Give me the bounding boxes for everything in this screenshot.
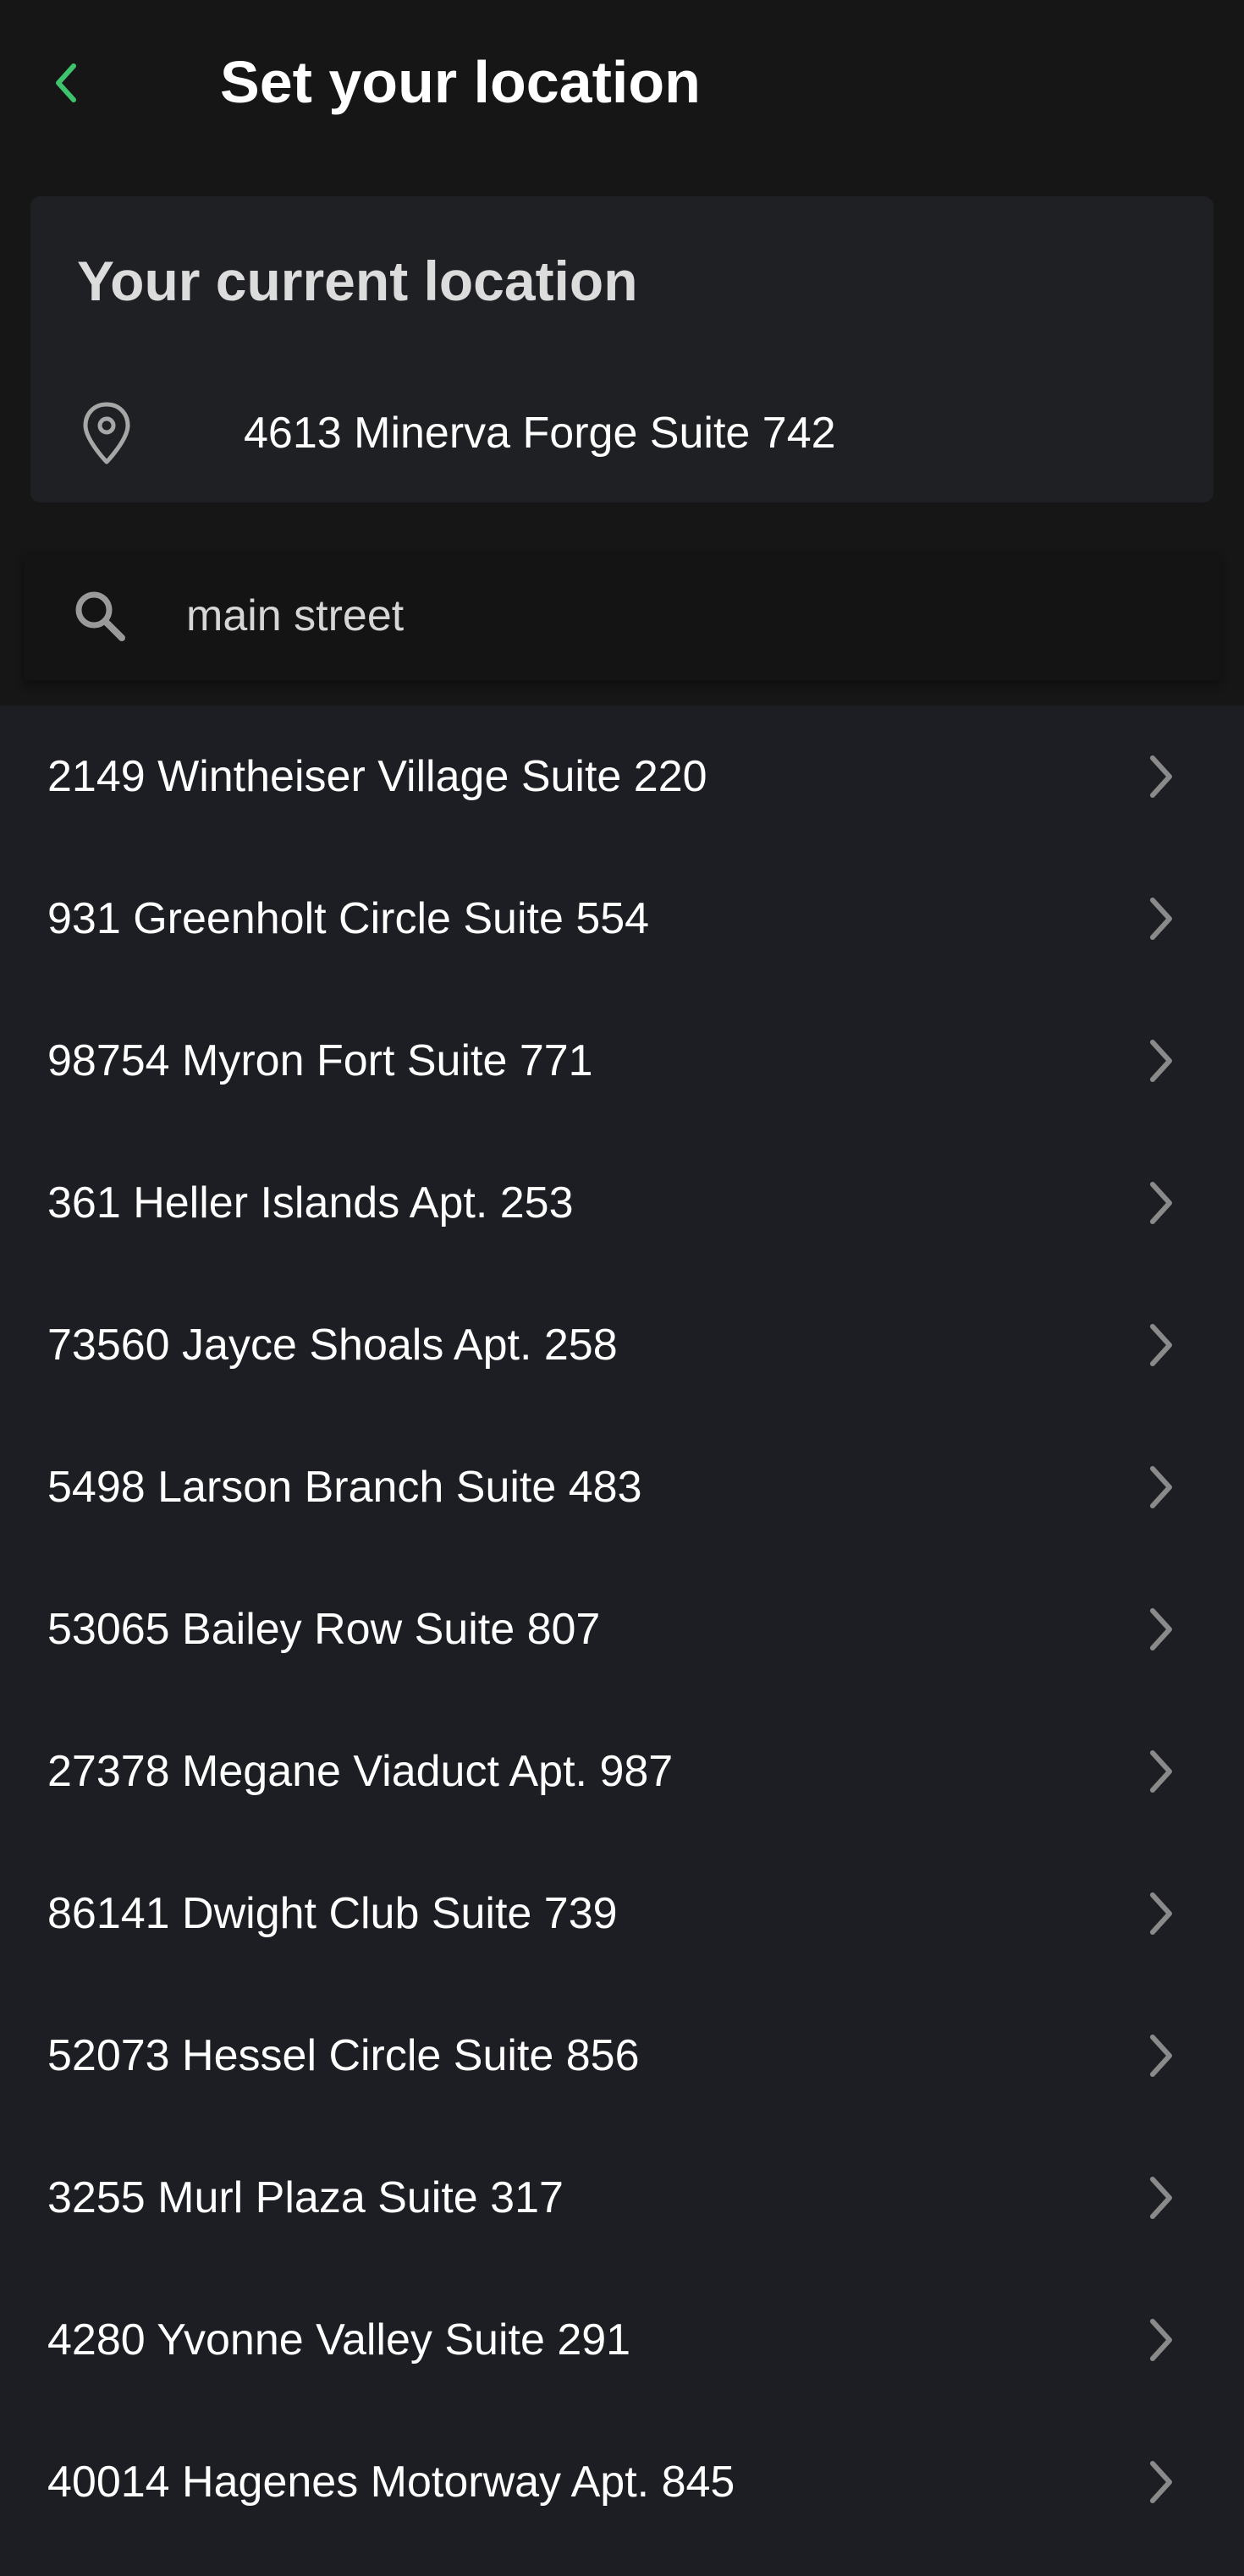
list-item[interactable]: 2149 Wintheiser Village Suite 220 — [0, 706, 1244, 848]
list-item[interactable]: 3255 Murl Plaza Suite 317 — [0, 2127, 1244, 2269]
result-address: 2149 Wintheiser Village Suite 220 — [47, 752, 707, 801]
chevron-right-icon — [1150, 1892, 1172, 1935]
chevron-right-icon — [1150, 1750, 1172, 1793]
list-item[interactable]: 86141 Dwight Club Suite 739 — [0, 1843, 1244, 1985]
header: Set your location Your current location … — [0, 0, 1244, 706]
result-address: 27378 Megane Viaduct Apt. 987 — [47, 1747, 674, 1796]
chevron-right-icon — [1150, 1466, 1172, 1508]
current-location-heading: Your current location — [77, 250, 638, 312]
chevron-right-icon — [1150, 2035, 1172, 2077]
search-bar[interactable] — [24, 552, 1220, 680]
result-address: 52073 Hessel Circle Suite 856 — [47, 2031, 640, 2080]
result-address: 931 Greenholt Circle Suite 554 — [47, 894, 650, 943]
list-item[interactable]: 53065 Bailey Row Suite 807 — [0, 1558, 1244, 1700]
chevron-right-icon — [1150, 2461, 1172, 2503]
chevron-right-icon — [1150, 898, 1172, 940]
chevron-left-icon — [56, 63, 76, 102]
search-input[interactable] — [186, 582, 1159, 650]
list-item[interactable]: 98754 Myron Fort Suite 771 — [0, 990, 1244, 1132]
list-item[interactable]: 27378 Megane Viaduct Apt. 987 — [0, 1700, 1244, 1843]
chevron-right-icon — [1150, 1182, 1172, 1224]
result-address: 4280 Yvonne Valley Suite 291 — [47, 2315, 631, 2365]
chevron-right-icon — [1150, 1608, 1172, 1651]
result-address: 361 Heller Islands Apt. 253 — [47, 1178, 574, 1228]
chevron-right-icon — [1150, 2177, 1172, 2219]
list-item[interactable]: 931 Greenholt Circle Suite 554 — [0, 848, 1244, 990]
page-title: Set your location — [220, 49, 701, 115]
list-item[interactable]: 73560 Jayce Shoals Apt. 258 — [0, 1274, 1244, 1416]
current-location-address[interactable]: 4613 Minerva Forge Suite 742 — [244, 401, 836, 465]
results-list: 2149 Wintheiser Village Suite 220 931 Gre… — [0, 706, 1244, 2576]
result-address: 53065 Bailey Row Suite 807 — [47, 1605, 601, 1654]
result-address: 98754 Myron Fort Suite 771 — [47, 1036, 593, 1085]
list-item[interactable]: 5498 Larson Branch Suite 483 — [0, 1416, 1244, 1558]
list-item[interactable]: 52073 Hessel Circle Suite 856 — [0, 1985, 1244, 2127]
list-item[interactable]: 4280 Yvonne Valley Suite 291 — [0, 2269, 1244, 2411]
current-location-card: Your current location 4613 Minerva Forge… — [30, 196, 1214, 503]
chevron-right-icon — [1150, 2319, 1172, 2361]
map-pin-icon — [83, 402, 130, 464]
result-address: 40014 Hagenes Motorway Apt. 845 — [47, 2458, 735, 2507]
result-address: 3255 Murl Plaza Suite 317 — [47, 2173, 564, 2222]
result-address: 86141 Dwight Club Suite 739 — [47, 1889, 618, 1938]
chevron-right-icon — [1150, 1040, 1172, 1082]
back-button[interactable] — [41, 51, 91, 115]
list-item[interactable]: 361 Heller Islands Apt. 253 — [0, 1132, 1244, 1274]
search-icon — [75, 591, 125, 641]
result-address: 5498 Larson Branch Suite 483 — [47, 1463, 642, 1512]
chevron-right-icon — [1150, 755, 1172, 798]
list-item[interactable]: 40014 Hagenes Motorway Apt. 845 — [0, 2411, 1244, 2553]
result-address: 73560 Jayce Shoals Apt. 258 — [47, 1321, 618, 1370]
chevron-right-icon — [1150, 1324, 1172, 1366]
